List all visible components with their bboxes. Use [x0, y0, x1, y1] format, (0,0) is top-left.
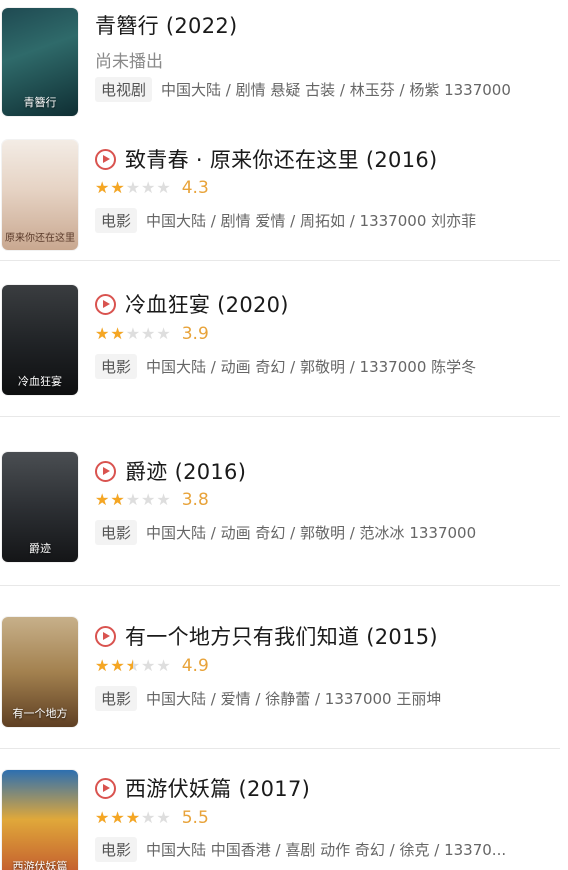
poster-caption: 冷血狂宴	[18, 375, 62, 388]
list-item[interactable]: 青簪行 青簪行 (2022) 尚未播出 电视剧 中国大陆 / 剧情 悬疑 古装 …	[0, 0, 568, 120]
rating-row: ★★★★★ ★★★★★ 4.9	[95, 656, 209, 676]
title-row[interactable]: 有一个地方只有我们知道 (2015)	[95, 621, 438, 651]
poster-caption: 青簪行	[23, 96, 57, 109]
meta-text: 中国大陆 / 剧情 悬疑 古装 / 林玉芬 / 杨紫 1337000	[161, 81, 511, 99]
rating-row: ★★★★★ ★★★★★ 3.8	[95, 490, 209, 510]
poster-image[interactable]: 青簪行	[2, 8, 78, 116]
poster-caption: 爵迹	[29, 542, 51, 555]
score: 3.9	[181, 324, 209, 344]
meta-text: 中国大陆 / 剧情 爱情 / 周拓如 / 1337000 刘亦菲	[146, 212, 477, 230]
meta-text: 中国大陆 / 动画 奇幻 / 郭敬明 / 范冰冰 1337000	[146, 524, 477, 542]
poster-image[interactable]: 爵迹	[2, 452, 78, 562]
item-title[interactable]: 爵迹 (2016)	[125, 456, 246, 486]
meta-row: 电影 中国大陆 中国香港 / 喜剧 动作 奇幻 / 徐克 / 13370...	[95, 837, 506, 862]
star-rating-filled: ★★★★★	[95, 326, 126, 342]
divider	[0, 260, 560, 261]
meta-text: 中国大陆 中国香港 / 喜剧 动作 奇幻 / 徐克 / 13370...	[146, 841, 507, 859]
type-badge: 电视剧	[95, 77, 153, 102]
list-item[interactable]: 冷血狂宴 冷血狂宴 (2020) ★★★★★ ★★★★★ 3.9 电影 中国大陆…	[0, 275, 568, 417]
star-rating-filled: ★★★★★	[95, 180, 126, 196]
meta-row: 电影 中国大陆 / 动画 奇幻 / 郭敬明 / 范冰冰 1337000	[95, 520, 476, 545]
play-icon[interactable]	[95, 777, 116, 799]
poster-caption: 有一个地方	[12, 707, 68, 720]
poster-image[interactable]: 原来你还在这里	[2, 140, 78, 250]
title-row[interactable]: 冷血狂宴 (2020)	[95, 289, 289, 319]
score: 4.3	[181, 178, 209, 198]
title-row[interactable]: 青簪行 (2022)	[95, 10, 238, 40]
poster-image[interactable]: 西游伏妖篇	[2, 770, 78, 870]
rating-row: ★★★★★ ★★★★★ 4.3	[95, 178, 209, 198]
score: 4.9	[181, 656, 209, 676]
rating-row: ★★★★★ ★★★★★ 3.9	[95, 324, 209, 344]
poster-caption: 西游伏妖篇	[12, 860, 68, 870]
poster-image[interactable]: 有一个地方	[2, 617, 78, 727]
type-badge: 电影	[95, 520, 138, 545]
play-icon[interactable]	[95, 293, 116, 315]
type-badge: 电影	[95, 208, 138, 233]
star-rating: ★★★★★ ★★★★★	[95, 810, 172, 826]
play-icon[interactable]	[95, 625, 116, 647]
item-title[interactable]: 有一个地方只有我们知道 (2015)	[125, 621, 438, 651]
divider	[0, 748, 560, 749]
item-title[interactable]: 西游伏妖篇 (2017)	[125, 773, 310, 803]
release-status: 尚未播出	[95, 52, 163, 72]
play-icon[interactable]	[95, 148, 116, 170]
list-item[interactable]: 爵迹 爵迹 (2016) ★★★★★ ★★★★★ 3.8 电影 中国大陆 / 动…	[0, 440, 568, 590]
item-title[interactable]: 青簪行 (2022)	[95, 10, 238, 40]
rating-row: ★★★★★ ★★★★★ 5.5	[95, 808, 209, 828]
score: 3.8	[181, 490, 209, 510]
meta-row: 电视剧 中国大陆 / 剧情 悬疑 古装 / 林玉芬 / 杨紫 1337000	[95, 77, 511, 102]
type-badge: 电影	[95, 686, 138, 711]
list-item[interactable]: 原来你还在这里 致青春 · 原来你还在这里 (2016) ★★★★★ ★★★★★…	[0, 130, 568, 261]
star-rating-filled: ★★★★★	[95, 492, 126, 508]
list-item[interactable]: 西游伏妖篇 西游伏妖篇 (2017) ★★★★★ ★★★★★ 5.5 电影 中国…	[0, 760, 568, 870]
list-item[interactable]: 有一个地方 有一个地方只有我们知道 (2015) ★★★★★ ★★★★★ 4.9…	[0, 605, 568, 753]
star-rating: ★★★★★ ★★★★★	[95, 180, 172, 196]
poster-caption: 原来你还在这里	[5, 233, 75, 244]
poster-image[interactable]: 冷血狂宴	[2, 285, 78, 395]
title-row[interactable]: 西游伏妖篇 (2017)	[95, 773, 310, 803]
meta-row: 电影 中国大陆 / 动画 奇幻 / 郭敬明 / 1337000 陈学冬	[95, 354, 476, 379]
meta-text: 中国大陆 / 爱情 / 徐静蕾 / 1337000 王丽坤	[146, 690, 442, 708]
item-title[interactable]: 致青春 · 原来你还在这里 (2016)	[125, 144, 438, 174]
meta-text: 中国大陆 / 动画 奇幻 / 郭敬明 / 1337000 陈学冬	[146, 358, 477, 376]
star-rating: ★★★★★ ★★★★★	[95, 658, 172, 674]
divider	[0, 585, 560, 586]
star-rating-filled: ★★★★★	[95, 658, 133, 674]
title-row[interactable]: 爵迹 (2016)	[95, 456, 246, 486]
type-badge: 电影	[95, 837, 138, 862]
title-row[interactable]: 致青春 · 原来你还在这里 (2016)	[95, 144, 438, 174]
play-icon[interactable]	[95, 460, 116, 482]
meta-row: 电影 中国大陆 / 爱情 / 徐静蕾 / 1337000 王丽坤	[95, 686, 441, 711]
meta-row: 电影 中国大陆 / 剧情 爱情 / 周拓如 / 1337000 刘亦菲	[95, 208, 476, 233]
item-title[interactable]: 冷血狂宴 (2020)	[125, 289, 289, 319]
star-rating-filled: ★★★★★	[95, 810, 142, 826]
type-badge: 电影	[95, 354, 138, 379]
star-rating: ★★★★★ ★★★★★	[95, 326, 172, 342]
score: 5.5	[181, 808, 209, 828]
star-rating: ★★★★★ ★★★★★	[95, 492, 172, 508]
divider	[0, 416, 560, 417]
